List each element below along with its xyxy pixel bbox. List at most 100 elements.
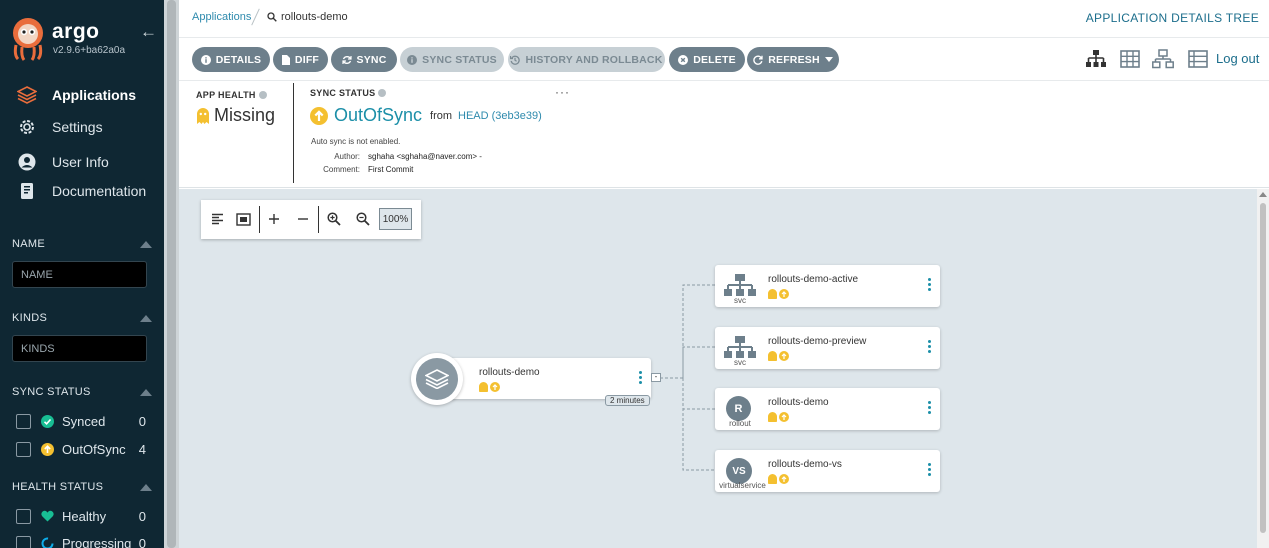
network-icon [724, 274, 756, 296]
diff-button[interactable]: DIFF [273, 47, 328, 72]
sync-button[interactable]: SYNC [331, 47, 397, 72]
collapse-all-icon[interactable] [294, 210, 312, 228]
more-menu-icon[interactable]: ··· [555, 85, 570, 99]
details-button[interactable]: DETAILS [192, 47, 270, 72]
sync-icon [341, 55, 352, 64]
app-node-root[interactable]: rollouts-demo [450, 358, 651, 399]
zoom-in-icon[interactable] [325, 210, 343, 228]
button-label: DELETE [693, 53, 736, 66]
checkbox[interactable] [16, 535, 31, 548]
ghost-icon [768, 351, 777, 361]
resource-node-svc-preview[interactable]: svc rollouts-demo-preview [715, 327, 940, 369]
resource-node-rollout[interactable]: R rollout rollouts-demo [715, 388, 940, 430]
breadcrumb-current[interactable]: rollouts-demo [267, 11, 348, 23]
argo-logo [13, 18, 43, 61]
grid-view-icon[interactable] [1119, 49, 1141, 69]
breadcrumb-applications[interactable]: Applications [192, 11, 251, 23]
collapse-triangle-icon [140, 483, 152, 491]
app-node-icon-ring [411, 353, 463, 405]
sidebar-scrollbar[interactable] [164, 0, 179, 548]
sync-status-button[interactable]: SYNC STATUS [400, 47, 504, 72]
nav-documentation[interactable]: Documentation [0, 177, 164, 205]
node-kind: virtualservice [719, 481, 766, 490]
tree-view-icon[interactable] [1085, 49, 1107, 69]
filter-label: Healthy [62, 508, 107, 524]
status-panel: APP HEALTH Missing SYNC STATUS ··· OutOf… [179, 81, 1269, 188]
ghost-icon [479, 382, 488, 392]
resource-node-svc-active[interactable]: svc rollouts-demo-active [715, 265, 940, 307]
user-icon [17, 152, 37, 172]
canvas-scrollbar[interactable] [1257, 189, 1269, 548]
refresh-button[interactable]: REFRESH [747, 47, 839, 72]
button-label: DETAILS [215, 53, 262, 66]
revision-link[interactable]: HEAD (3eb3e39) [458, 110, 542, 122]
gear-icon [17, 117, 37, 137]
delete-button[interactable]: DELETE [669, 47, 745, 72]
fit-screen-icon[interactable] [234, 210, 252, 228]
node-menu-icon[interactable] [928, 463, 932, 476]
breadcrumb-current-label: rollouts-demo [281, 11, 348, 23]
arrow-up-circle-icon [779, 474, 789, 484]
collapse-sidebar-icon[interactable]: ← [140, 22, 157, 42]
button-label: SYNC STATUS [422, 53, 497, 66]
button-label: DIFF [294, 53, 320, 66]
sync-status-value: OutOfSync from HEAD (3eb3e39) [310, 105, 542, 126]
book-icon [17, 181, 37, 201]
node-menu-icon[interactable] [928, 340, 932, 353]
resource-node-virtualservice[interactable]: VS virtualservice rollouts-demo-vs [715, 450, 940, 492]
checkbox[interactable] [16, 441, 31, 457]
history-icon [510, 55, 521, 65]
filter-health-header[interactable]: HEALTH STATUS [12, 481, 152, 493]
chevron-down-icon [824, 57, 833, 62]
scrollbar-thumb[interactable] [167, 0, 176, 548]
node-name: rollouts-demo-preview [768, 336, 867, 347]
scrollbar-thumb[interactable] [1260, 203, 1266, 533]
nav-user-info[interactable]: User Info [0, 148, 164, 176]
name-filter-input[interactable] [12, 261, 147, 288]
zoom-out-icon[interactable] [354, 210, 372, 228]
node-name: rollouts-demo [768, 397, 829, 408]
button-label: REFRESH [768, 53, 820, 66]
nav-label: Documentation [52, 183, 147, 199]
scroll-up-icon[interactable] [1259, 192, 1267, 197]
list-view-icon[interactable] [1187, 49, 1209, 69]
filter-progressing[interactable]: Progressing 0 [16, 534, 146, 548]
history-rollback-button[interactable]: HISTORY AND ROLLBACK [508, 47, 665, 72]
layers-icon [17, 85, 37, 105]
kinds-filter-input[interactable] [12, 335, 147, 362]
filter-kinds-header[interactable]: KINDS [12, 312, 152, 324]
status-divider [293, 83, 294, 183]
filter-title: NAME [12, 238, 45, 250]
filter-name-header[interactable]: NAME [12, 238, 152, 250]
checkbox[interactable] [16, 508, 31, 524]
sync-from-text: from [430, 109, 453, 122]
nav-applications[interactable]: Applications [0, 81, 164, 109]
filter-healthy[interactable]: Healthy 0 [16, 507, 146, 525]
filter-synced[interactable]: Synced 0 [16, 412, 146, 430]
node-kind: svc [734, 296, 746, 305]
align-left-icon[interactable] [208, 210, 226, 228]
author-key: Author: [334, 152, 360, 161]
node-kind: rollout [729, 419, 751, 428]
app-health-value: Missing [214, 105, 276, 125]
checkbox[interactable] [16, 413, 31, 429]
file-icon [281, 54, 290, 65]
filter-outofsync[interactable]: OutOfSync 4 [16, 440, 146, 458]
network-view-icon[interactable] [1152, 49, 1174, 69]
app-version: v2.9.6+ba62a0a [53, 45, 126, 56]
arrow-up-circle-icon [779, 412, 789, 422]
nav-settings[interactable]: Settings [0, 113, 164, 141]
collapse-node-toggle[interactable]: - [651, 373, 661, 382]
node-name: rollouts-demo-active [768, 274, 859, 285]
logout-link[interactable]: Log out [1216, 51, 1259, 66]
help-icon[interactable] [258, 91, 267, 99]
expand-all-icon[interactable] [265, 210, 283, 228]
node-kind: svc [734, 358, 746, 367]
node-menu-icon[interactable] [928, 401, 932, 414]
node-menu-icon[interactable] [639, 371, 643, 384]
ghost-icon [768, 474, 777, 484]
nav-label: User Info [52, 154, 109, 170]
help-icon[interactable] [378, 89, 387, 97]
filter-sync-header[interactable]: SYNC STATUS [12, 386, 152, 398]
node-menu-icon[interactable] [928, 278, 932, 291]
